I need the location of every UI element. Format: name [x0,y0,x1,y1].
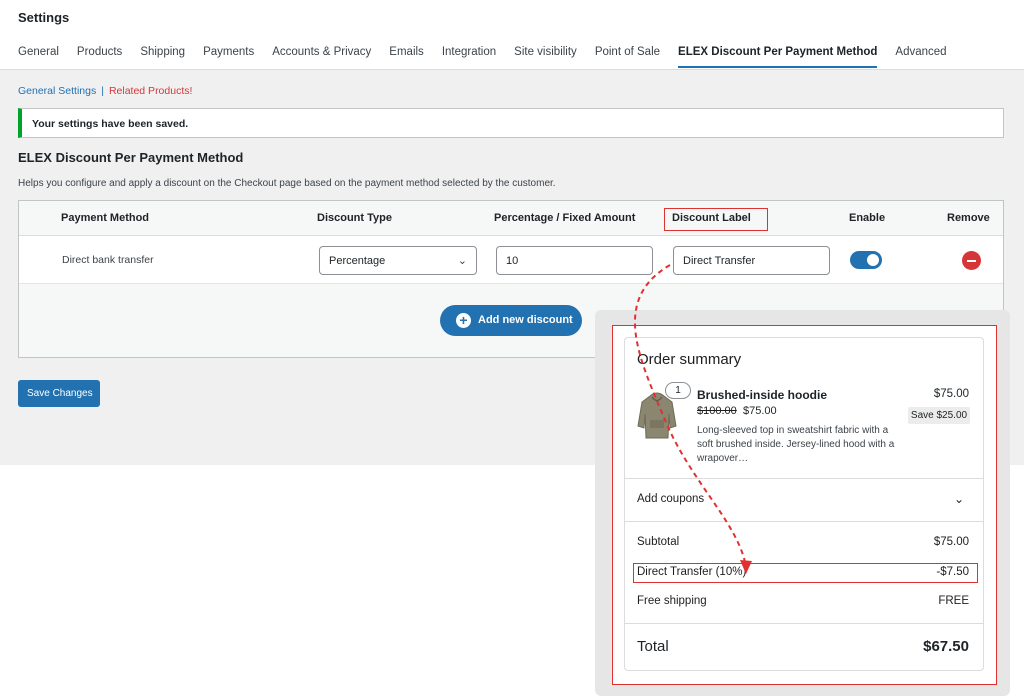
save-changes-button[interactable]: Save Changes [18,380,100,407]
sub-navigation: General Settings | Related Products! [18,85,192,97]
tab-elex-discount[interactable]: ELEX Discount Per Payment Method [678,46,878,68]
subnav-separator: | [101,85,104,97]
table-row: Direct bank transfer Percentage ⌄ 10 Dir… [19,236,1003,284]
subtotal-label: Subtotal [637,536,680,548]
tab-payments[interactable]: Payments [203,46,254,68]
product-price: $75.00 [933,388,969,400]
minus-icon [967,259,976,262]
header-payment-method: Payment Method [61,212,150,224]
page-title: Settings [18,10,70,25]
plus-icon: + [456,313,471,328]
page: Settings General Products Shipping Payme… [0,0,1024,699]
settings-tabs: General Products Shipping Payments Accou… [18,46,965,68]
total-label: Total [637,638,669,655]
discount-label-highlight [664,208,768,231]
discount-value: -$7.50 [936,566,969,578]
tab-general[interactable]: General [18,46,59,68]
divider [624,623,984,624]
product-description: Long-sleeved top in sweatshirt fabric wi… [697,425,895,464]
tab-advanced[interactable]: Advanced [895,46,946,68]
add-coupons-toggle[interactable]: Add coupons [637,493,704,505]
product-new-price: $75.00 [743,405,777,417]
related-products-link[interactable]: Related Products! [109,85,192,97]
divider [624,521,984,522]
shipping-label: Free shipping [637,595,707,607]
enable-toggle[interactable] [850,251,882,269]
divider [624,478,984,479]
success-notice: Your settings have been saved. [18,108,1004,138]
payment-method-cell: Direct bank transfer [62,254,154,266]
table-header: Payment Method Discount Type Percentage … [19,201,1003,236]
section-title: ELEX Discount Per Payment Method [18,150,244,165]
quantity-badge: 1 [665,382,691,399]
settings-header: Settings General Products Shipping Payme… [0,0,1024,70]
chevron-down-icon[interactable]: ⌄ [954,492,964,506]
chevron-down-icon: ⌄ [457,255,467,267]
subtotal-value: $75.00 [933,536,969,548]
add-new-discount-button[interactable]: + Add new discount [440,305,582,336]
tab-integration[interactable]: Integration [442,46,496,68]
discount-type-select[interactable]: Percentage ⌄ [319,246,477,275]
discount-label: Direct Transfer (10%) [637,566,747,578]
tab-emails[interactable]: Emails [389,46,424,68]
order-summary-title: Order summary [637,351,742,368]
tab-shipping[interactable]: Shipping [140,46,185,68]
remove-button[interactable] [962,251,981,270]
header-amount: Percentage / Fixed Amount [494,212,636,224]
amount-input[interactable]: 10 [496,246,653,275]
general-settings-link[interactable]: General Settings [18,85,96,97]
section-description: Helps you configure and apply a discount… [18,178,556,189]
header-remove: Remove [947,212,990,224]
discount-type-value: Percentage [329,255,386,267]
tab-accounts-privacy[interactable]: Accounts & Privacy [272,46,371,68]
product-name: Brushed-inside hoodie [697,388,828,402]
total-value: $67.50 [923,638,969,655]
tab-products[interactable]: Products [77,46,122,68]
add-new-discount-label: Add new discount [478,314,573,326]
product-old-price: $100.00 [697,405,737,417]
save-badge: Save $25.00 [908,407,970,424]
toggle-knob [867,254,879,266]
tab-site-visibility[interactable]: Site visibility [514,46,577,68]
header-enable: Enable [849,212,886,224]
header-discount-type: Discount Type [317,212,392,224]
shipping-value: FREE [938,595,969,607]
tab-point-of-sale[interactable]: Point of Sale [595,46,660,68]
discount-label-input[interactable]: Direct Transfer [673,246,830,275]
